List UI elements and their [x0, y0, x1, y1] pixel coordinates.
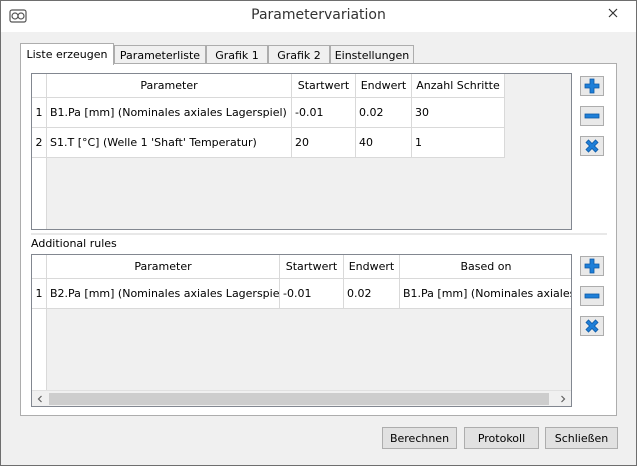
add-rule-button[interactable] [580, 256, 604, 276]
minus-icon [584, 293, 600, 299]
scroll-right-button[interactable] [555, 391, 571, 406]
horizontal-scrollbar[interactable] [32, 390, 571, 406]
table-cell-anzahl-schritte[interactable]: 30 [412, 98, 505, 128]
table-cell-parameter[interactable]: B2.Pa [mm] (Nominales axiales Lagerspiel… [47, 279, 280, 309]
table-cell-endwert[interactable]: 0.02 [356, 98, 412, 128]
x-icon [585, 139, 599, 153]
table-cell-anzahl-schritte[interactable]: 1 [412, 128, 505, 158]
row-header[interactable]: 1 [32, 279, 47, 309]
minus-icon [584, 113, 600, 119]
chevron-left-icon [37, 395, 42, 403]
chevron-right-icon [561, 395, 566, 403]
window-title: Parametervariation [251, 7, 386, 23]
column-header-endwert[interactable]: Endwert [344, 255, 400, 279]
section-divider [31, 233, 607, 235]
column-header-anzahl-schritte[interactable]: Anzahl Schritte [412, 74, 505, 98]
plus-icon [584, 258, 600, 274]
tab-einstellungen[interactable]: Einstellungen [330, 45, 414, 64]
schliessen-button[interactable]: Schließen [545, 427, 618, 449]
tab-liste-erzeugen[interactable]: Liste erzeugen [20, 43, 114, 65]
row-header-gutter [32, 309, 47, 390]
column-header-startwert[interactable]: Startwert [280, 255, 344, 279]
tab-grafik-1[interactable]: Grafik 1 [206, 45, 268, 64]
tab-parameterliste[interactable]: Parameterliste [114, 45, 206, 64]
column-header-startwert[interactable]: Startwert [292, 74, 356, 98]
table-cell-startwert[interactable]: -0.01 [280, 279, 344, 309]
remove-row-button[interactable] [580, 106, 604, 126]
tab-panel: Parameter Startwert Endwert Anzahl Schri… [20, 63, 617, 416]
table-cell-endwert[interactable]: 40 [356, 128, 412, 158]
grid-corner [32, 74, 47, 98]
row-header[interactable]: 2 [32, 128, 47, 158]
delete-all-rules-button[interactable] [580, 316, 604, 336]
table-cell-startwert[interactable]: -0.01 [292, 98, 356, 128]
column-header-based-on[interactable]: Based on [400, 255, 571, 279]
x-icon [585, 319, 599, 333]
additional-rules-label: Additional rules [31, 237, 117, 250]
add-row-button[interactable] [580, 76, 604, 96]
dialog-window: Parametervariation Liste erzeugen Parame… [0, 0, 637, 466]
title-bar: Parametervariation [1, 1, 636, 32]
protokoll-button[interactable]: Protokoll [464, 427, 539, 449]
table-cell-endwert[interactable]: 0.02 [344, 279, 400, 309]
column-header-parameter[interactable]: Parameter [47, 74, 292, 98]
parameter-grid[interactable]: Parameter Startwert Endwert Anzahl Schri… [31, 73, 572, 230]
scrollbar-thumb[interactable] [49, 393, 549, 405]
close-icon [608, 8, 618, 18]
column-header-parameter[interactable]: Parameter [47, 255, 280, 279]
column-header-endwert[interactable]: Endwert [356, 74, 412, 98]
remove-rule-button[interactable] [580, 286, 604, 306]
row-header[interactable]: 1 [32, 98, 47, 128]
table-cell-parameter[interactable]: S1.T [°C] (Welle 1 'Shaft' Temperatur) [47, 128, 292, 158]
table-cell-based-on[interactable]: B1.Pa [mm] (Nominales axiales [400, 279, 571, 309]
grid-corner [32, 255, 47, 279]
plus-icon [584, 78, 600, 94]
scroll-left-button[interactable] [32, 391, 48, 406]
row-header-gutter [32, 158, 47, 229]
table-cell-startwert[interactable]: 20 [292, 128, 356, 158]
tab-grafik-2[interactable]: Grafik 2 [268, 45, 330, 64]
rules-grid[interactable]: Parameter Startwert Endwert Based on 1 B… [31, 254, 572, 407]
window-close-button[interactable] [601, 4, 625, 22]
delete-all-button[interactable] [580, 136, 604, 156]
table-cell-parameter[interactable]: B1.Pa [mm] (Nominales axiales Lagerspiel… [47, 98, 292, 128]
berechnen-button[interactable]: Berechnen [382, 427, 457, 449]
